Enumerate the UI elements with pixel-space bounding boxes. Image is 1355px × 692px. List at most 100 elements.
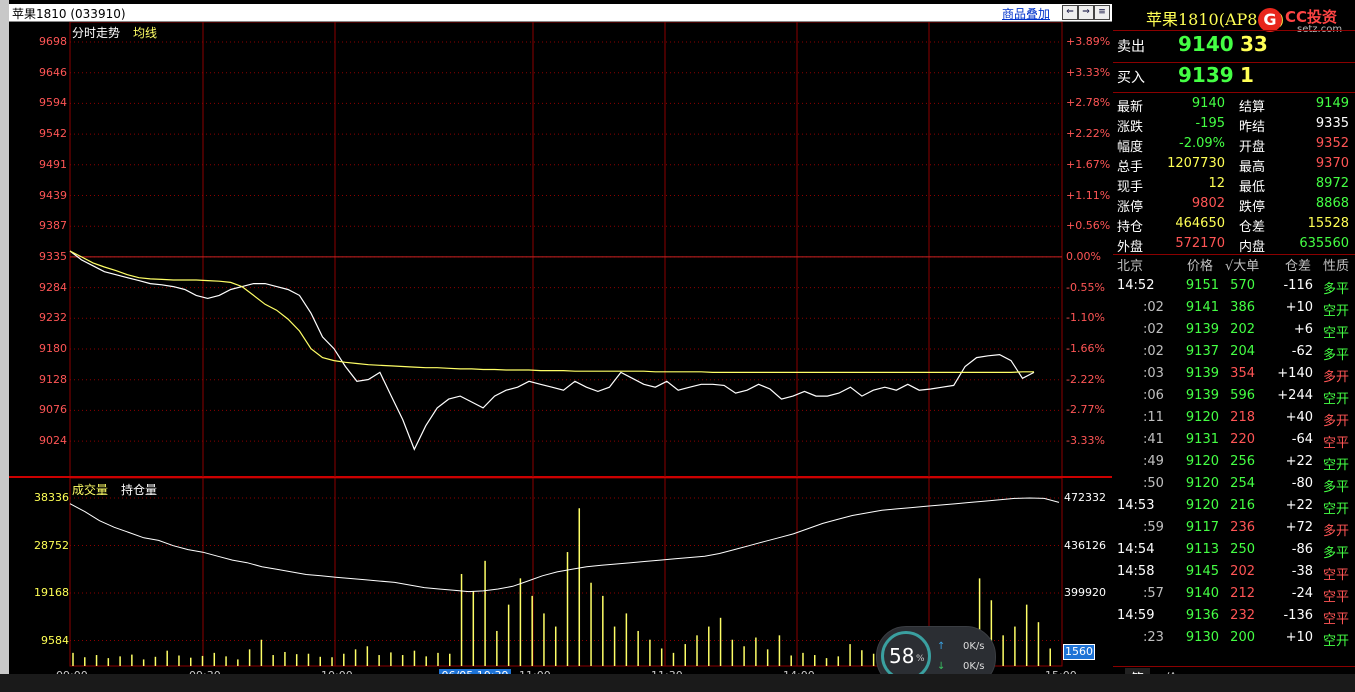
tick-row[interactable]: :02 9137 204 -62 多平 <box>1115 344 1353 366</box>
tick-volume: 596 <box>1230 388 1255 403</box>
tick-nature: 空开 <box>1323 634 1350 649</box>
chart-title-bar: 苹果1810 (033910) 商品叠加 ⇐ ⇒ ≡ <box>9 4 1112 22</box>
tick-nature: 多开 <box>1323 524 1350 539</box>
buy-volume: 1 <box>1240 63 1254 87</box>
tick-row[interactable]: :50 9120 254 -80 多平 <box>1115 476 1353 498</box>
percent-tick-label: -3.33% <box>1066 434 1105 448</box>
oi-tick-label: 472332 <box>1064 491 1106 504</box>
tick-price: 9139 <box>1185 388 1219 403</box>
upload-speed: 0K/s <box>963 641 985 652</box>
tick-oi-change: -62 <box>1291 344 1313 359</box>
tick-row[interactable]: :02 9141 386 +10 空开 <box>1115 300 1353 322</box>
tick-volume: 354 <box>1230 366 1255 381</box>
open-interest-line <box>69 497 1060 593</box>
left-side-toolbar[interactable] <box>0 0 9 692</box>
stat-label: 昨结 <box>1239 120 1266 135</box>
tick-time: :02 <box>1143 344 1164 359</box>
percent-tick-label: -2.22% <box>1066 372 1105 386</box>
chart-canvas[interactable] <box>9 22 1112 674</box>
stat-value: -195 <box>1195 116 1225 131</box>
tick-row[interactable]: :57 9140 212 -24 空平 <box>1115 586 1353 608</box>
tick-row[interactable]: :23 9130 200 +10 空开 <box>1115 630 1353 652</box>
price-tick-label: 9284 <box>39 280 67 294</box>
tick-time: :11 <box>1143 410 1164 425</box>
stats-row: 总手 1207730 最高 9370 <box>1117 156 1353 176</box>
tick-oi-change: +22 <box>1285 498 1313 513</box>
stat-value: 8868 <box>1315 196 1349 211</box>
chart-area[interactable]: 分时走势 均线 成交量 持仓量 9698 +3.89% 9646 +3.33% 9594… <box>9 22 1112 683</box>
price-tick-label: 9698 <box>39 35 67 48</box>
oi-tick-label: 399920 <box>1064 586 1106 599</box>
stats-row: 幅度 -2.09% 开盘 9352 <box>1117 136 1353 156</box>
oi-tick-label: 436126 <box>1064 538 1106 552</box>
volume-tick-label: 9584 <box>41 633 69 647</box>
tick-row[interactable]: :11 9120 218 +40 多开 <box>1115 410 1353 432</box>
stat-value: 8972 <box>1315 176 1349 191</box>
tick-row[interactable]: 14:54 9113 250 -86 多平 <box>1115 542 1353 564</box>
percent-tick-label: -2.77% <box>1066 403 1105 417</box>
tick-time: :02 <box>1143 322 1164 337</box>
tick-time: 14:59 <box>1117 608 1155 623</box>
price-tick-label: 9646 <box>39 65 67 79</box>
price-tick-label: 9542 <box>39 127 67 141</box>
tick-time: 14:52 <box>1117 278 1155 293</box>
stat-value: 12 <box>1208 176 1225 191</box>
sell-label: 卖出 <box>1117 39 1145 55</box>
tick-nature: 空开 <box>1323 392 1350 407</box>
stat-label: 跌停 <box>1239 200 1266 215</box>
tick-price: 9139 <box>1185 322 1219 337</box>
tick-volume: 386 <box>1230 300 1255 315</box>
stat-label: 仓差 <box>1239 220 1266 235</box>
stat-label: 总手 <box>1117 160 1144 175</box>
tick-row[interactable]: 14:59 9136 232 -136 空平 <box>1115 608 1353 630</box>
tick-volume: 256 <box>1230 454 1255 469</box>
tick-oi-change: -116 <box>1283 278 1313 293</box>
stat-value: 9352 <box>1315 136 1349 151</box>
price-tick-label: 9594 <box>39 96 67 110</box>
tick-time: :50 <box>1143 476 1164 491</box>
tick-price: 9120 <box>1185 410 1219 425</box>
percent-tick-label: +0.56% <box>1066 219 1111 233</box>
tick-price: 9139 <box>1185 366 1219 381</box>
tick-row[interactable]: :59 9117 236 +72 多开 <box>1115 520 1353 542</box>
tick-row[interactable]: :49 9120 256 +22 空开 <box>1115 454 1353 476</box>
stat-label: 现手 <box>1117 180 1144 195</box>
stat-value: 572170 <box>1175 236 1225 251</box>
stat-label: 幅度 <box>1117 140 1144 155</box>
tab-avg-line[interactable]: 均线 <box>133 24 157 41</box>
tick-nature: 多平 <box>1323 348 1350 363</box>
tick-row[interactable]: :06 9139 596 +244 空开 <box>1115 388 1353 410</box>
stat-value: 9335 <box>1315 116 1349 131</box>
stat-label: 最低 <box>1239 180 1266 195</box>
tab-timeline[interactable]: 分时走势 <box>72 24 120 41</box>
tab-volume[interactable]: 成交量 <box>72 481 108 498</box>
tick-row[interactable]: :02 9139 202 +6 空平 <box>1115 322 1353 344</box>
tick-price: 9137 <box>1185 344 1219 359</box>
tick-price: 9145 <box>1185 564 1219 579</box>
tick-nature: 多开 <box>1323 370 1350 385</box>
left-arrow-icon[interactable]: ⇐ <box>1062 5 1078 20</box>
tick-volume: 212 <box>1230 586 1255 601</box>
tick-time: :03 <box>1143 366 1164 381</box>
tick-time: :41 <box>1143 432 1164 447</box>
right-arrow-icon[interactable]: ⇒ <box>1078 5 1094 20</box>
volume-tick-label: 19168 <box>34 586 69 599</box>
price-tick-label: 9232 <box>39 311 67 325</box>
percent-tick-label: -1.10% <box>1066 311 1105 325</box>
stat-value: 1207730 <box>1167 156 1225 171</box>
tick-row[interactable]: :03 9139 354 +140 多开 <box>1115 366 1353 388</box>
tick-row[interactable]: 14:53 9120 216 +22 空开 <box>1115 498 1353 520</box>
tick-time: :49 <box>1143 454 1164 469</box>
list-icon[interactable]: ≡ <box>1094 5 1110 20</box>
stat-value: 9802 <box>1191 196 1225 211</box>
price-panel-frame <box>69 22 1063 478</box>
tick-price: 9113 <box>1185 542 1219 557</box>
stat-value: 9370 <box>1315 156 1349 171</box>
download-arrow-icon: ↓ <box>937 661 946 672</box>
tick-row[interactable]: 14:52 9151 570 -116 多平 <box>1115 278 1353 300</box>
tab-open-interest[interactable]: 持仓量 <box>121 481 157 498</box>
tick-row[interactable]: 14:58 9145 202 -38 空平 <box>1115 564 1353 586</box>
tick-row[interactable]: :41 9131 220 -64 空平 <box>1115 432 1353 454</box>
tick-time: 14:54 <box>1117 542 1155 557</box>
overlay-link[interactable]: 商品叠加 <box>1002 5 1050 22</box>
